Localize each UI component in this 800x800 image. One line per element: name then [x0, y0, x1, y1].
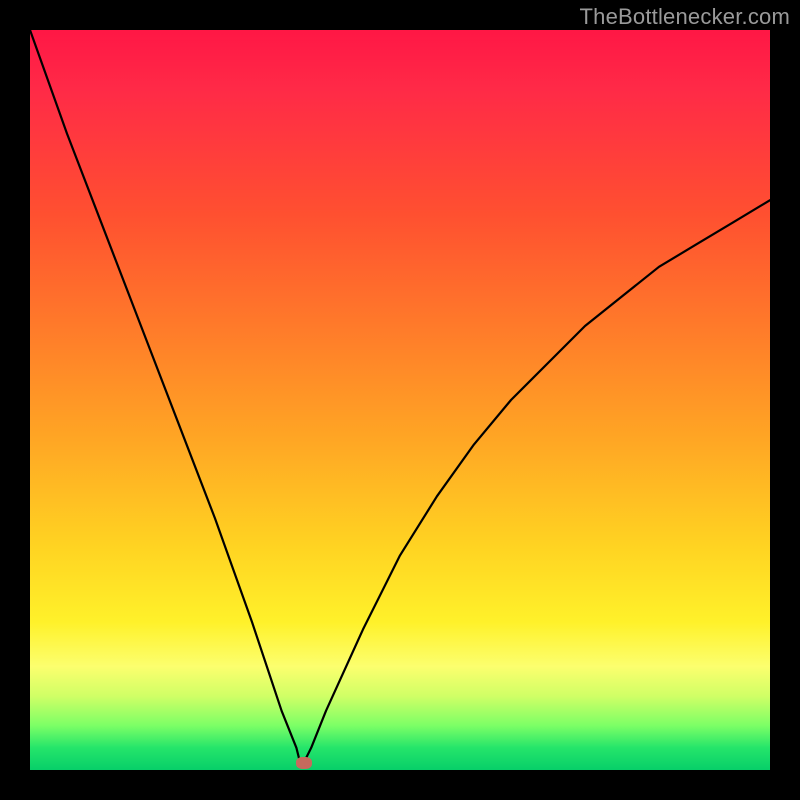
plot-area: [30, 30, 770, 770]
optimal-point-marker: [296, 757, 312, 769]
bottleneck-curve: [30, 30, 770, 770]
attribution-text: TheBottlenecker.com: [580, 4, 790, 30]
chart-frame: TheBottlenecker.com: [0, 0, 800, 800]
